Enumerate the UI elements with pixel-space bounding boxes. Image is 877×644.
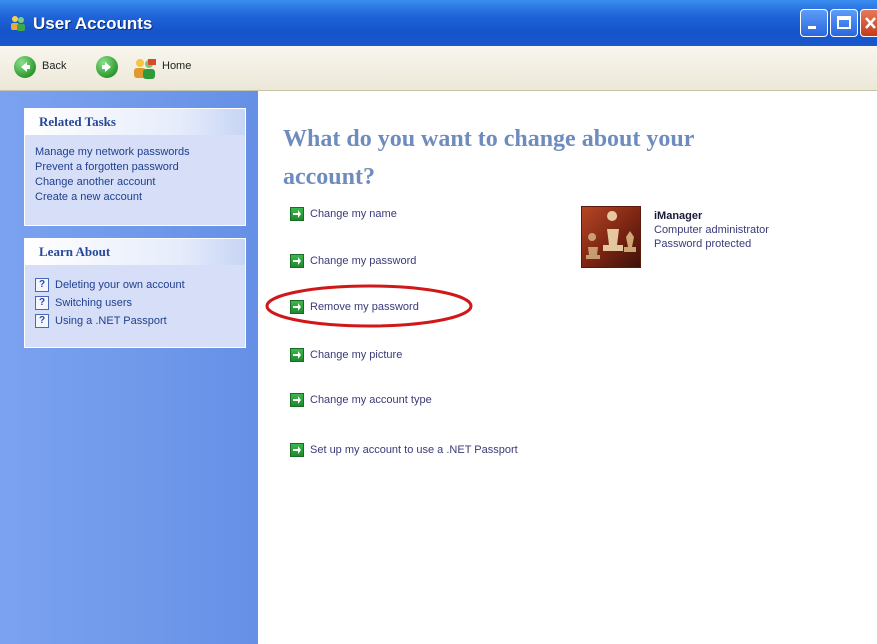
home-label: Home	[162, 60, 192, 72]
green-arrow-icon	[290, 348, 304, 362]
related-tasks-title: Related Tasks	[25, 109, 245, 135]
option-label: Change my name	[310, 208, 397, 220]
toolbar: Back Home	[0, 46, 877, 91]
learn-link-label: Switching users	[55, 297, 133, 309]
net-passport-option[interactable]: Set up my account to use a .NET Passport	[290, 440, 518, 460]
green-arrow-icon	[290, 443, 304, 457]
back-label: Back	[42, 60, 67, 72]
change-picture-option[interactable]: Change my picture	[290, 345, 402, 365]
task-link[interactable]: Change another account	[25, 175, 245, 190]
account-role: Computer administrator	[654, 224, 769, 236]
learn-link[interactable]: ? Using a .NET Passport	[25, 313, 245, 331]
learn-about-panel: Learn About ? Deleting your own account ?…	[24, 238, 246, 348]
heading-line-2: account?	[283, 164, 375, 190]
option-label: Change my picture	[310, 349, 403, 361]
user-accounts-icon	[11, 16, 25, 31]
minimize-button[interactable]	[800, 9, 828, 37]
close-icon	[865, 17, 876, 29]
change-password-option[interactable]: Change my password	[290, 251, 416, 271]
title-bar: User Accounts	[0, 0, 877, 46]
task-link[interactable]: Manage my network passwords	[25, 145, 245, 160]
home-button[interactable]: Home	[133, 46, 213, 90]
option-label: Change my account type	[310, 394, 432, 406]
page-heading: What do you want to change about your ac…	[283, 120, 803, 196]
account-name: iManager	[654, 210, 703, 222]
task-link[interactable]: Prevent a forgotten password	[25, 160, 245, 175]
back-button[interactable]: Back	[14, 46, 84, 90]
learn-link[interactable]: ? Switching users	[25, 295, 245, 313]
minimize-icon	[808, 26, 816, 29]
maximize-icon	[837, 16, 851, 29]
forward-arrow-icon[interactable]	[96, 56, 118, 78]
task-link[interactable]: Create a new account	[25, 190, 245, 205]
green-arrow-icon	[290, 254, 304, 268]
account-status: Password protected	[654, 238, 752, 250]
help-icon: ?	[35, 296, 49, 311]
change-name-option[interactable]: Change my name	[290, 204, 397, 224]
window-title: User Accounts	[33, 14, 153, 33]
learn-link[interactable]: ? Deleting your own account	[25, 277, 245, 295]
help-icon: ?	[35, 278, 49, 293]
highlight-ellipse	[265, 284, 473, 328]
back-arrow-icon	[14, 56, 36, 78]
close-button[interactable]	[860, 9, 877, 37]
maximize-button[interactable]	[830, 9, 858, 37]
option-label: Set up my account to use a .NET Passport	[310, 444, 518, 456]
chess-picture-icon	[586, 211, 636, 259]
account-picture	[581, 206, 641, 268]
learn-about-title: Learn About	[25, 239, 245, 265]
help-icon: ?	[35, 314, 49, 329]
related-tasks-panel: Related Tasks Manage my network password…	[24, 108, 246, 226]
heading-line-1: What do you want to change about your	[283, 126, 695, 152]
green-arrow-icon	[290, 393, 304, 407]
option-label: Change my password	[310, 255, 417, 267]
learn-link-label: Using a .NET Passport	[55, 315, 167, 327]
users-home-icon	[134, 59, 156, 79]
change-account-type-option[interactable]: Change my account type	[290, 390, 432, 410]
green-arrow-icon	[290, 207, 304, 221]
learn-link-label: Deleting your own account	[55, 279, 185, 291]
